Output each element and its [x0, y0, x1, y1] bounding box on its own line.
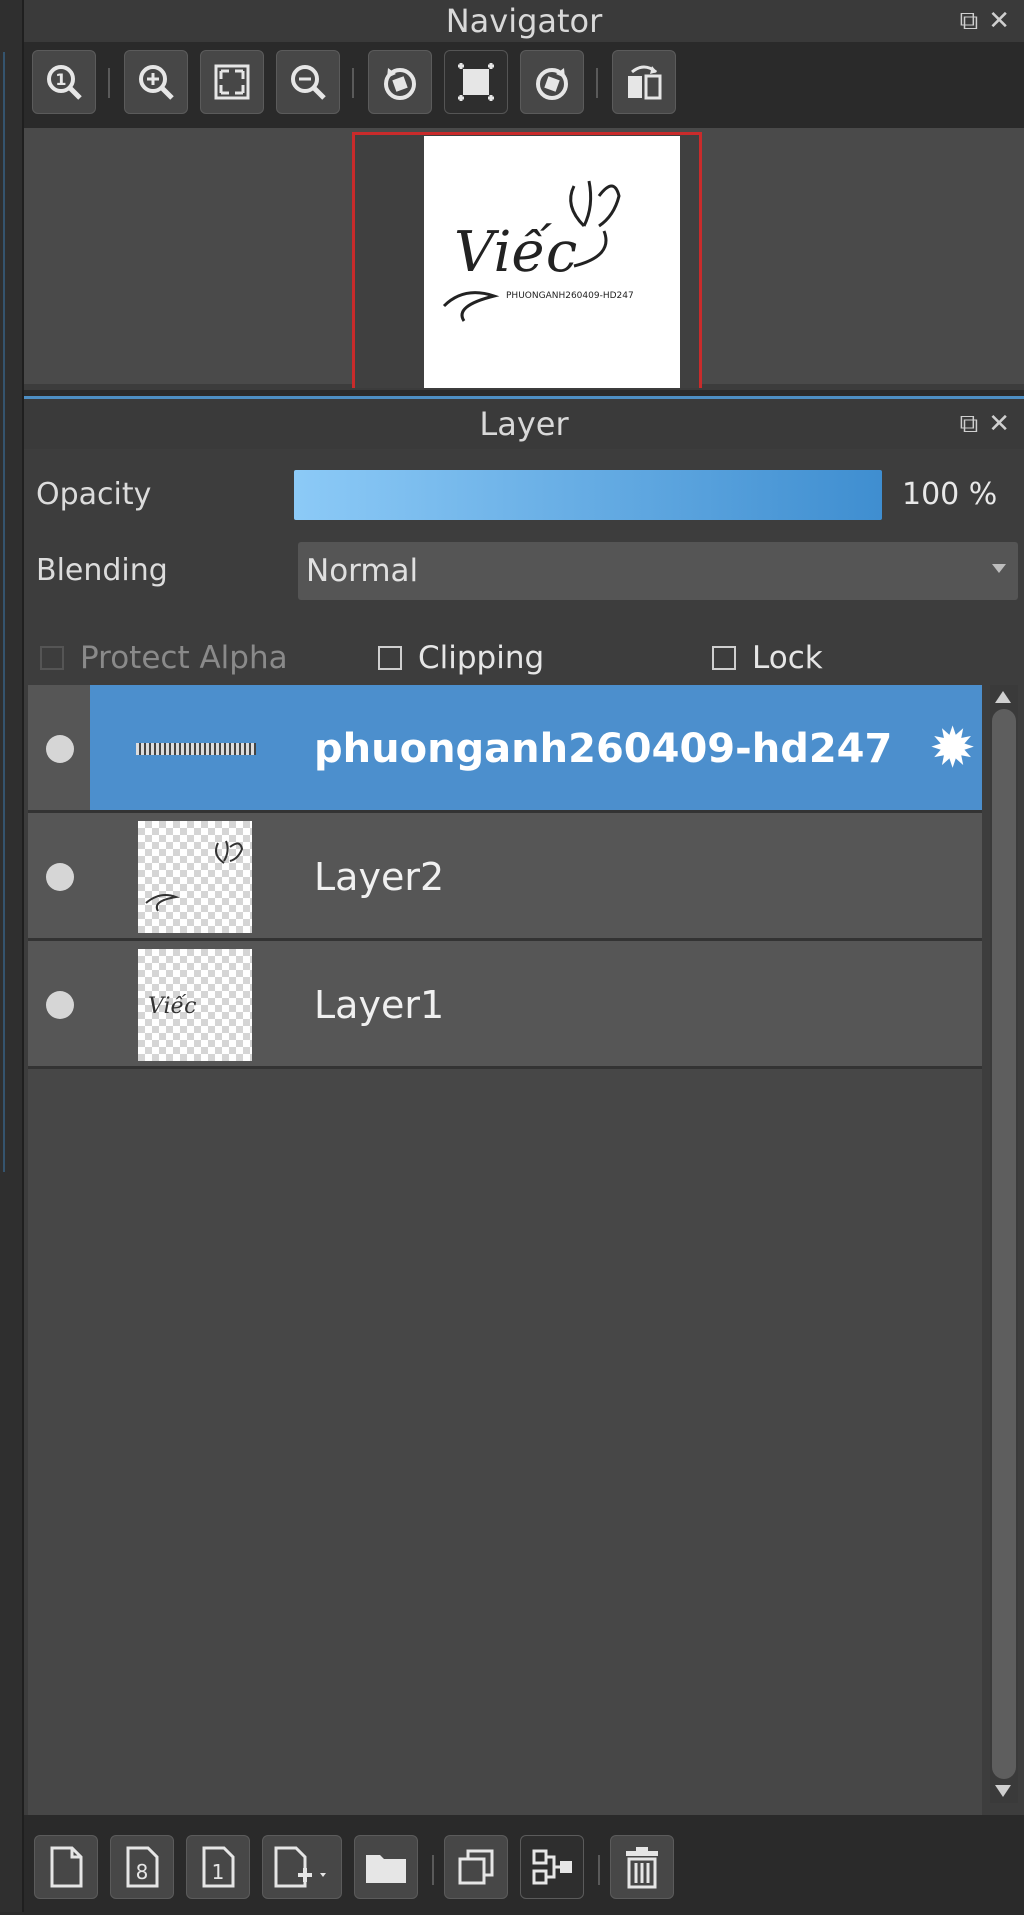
- svg-text:1: 1: [55, 70, 66, 89]
- layer-row[interactable]: Layer2: [28, 813, 982, 941]
- layer-name: phuonganh260409-hd247: [314, 726, 893, 772]
- blending-select[interactable]: Normal: [298, 542, 1018, 600]
- zoom-out-icon[interactable]: [276, 50, 340, 114]
- lock-label: Lock: [752, 640, 823, 676]
- close-icon[interactable]: ✕: [988, 409, 1020, 439]
- clipping-label: Clipping: [418, 640, 545, 676]
- rotate-right-icon[interactable]: [520, 50, 584, 114]
- layer-thumbnail: [138, 821, 252, 933]
- visibility-icon[interactable]: [46, 863, 74, 891]
- clipping-checkbox[interactable]: Clipping: [378, 633, 544, 683]
- new-8bit-layer-icon[interactable]: 8: [110, 1835, 174, 1899]
- visibility-icon[interactable]: [46, 991, 74, 1019]
- layer-row[interactable]: Viếc Layer1: [28, 941, 982, 1069]
- layer-scrollbar[interactable]: [990, 685, 1018, 1803]
- navigator-toolbar: 1: [24, 42, 1024, 128]
- popout-icon[interactable]: ⧉: [960, 409, 989, 439]
- layer-thumb-text: Viếc: [148, 993, 196, 1019]
- blending-label: Blending: [36, 553, 168, 588]
- add-layer-dropdown-icon[interactable]: [262, 1835, 342, 1899]
- new-1bit-layer-icon[interactable]: 1: [186, 1835, 250, 1899]
- new-folder-icon[interactable]: [354, 1835, 418, 1899]
- left-edge-guide: [3, 52, 10, 1172]
- layer-title: Layer: [479, 405, 569, 443]
- layer-row[interactable]: phuonganh260409-hd247 ✹: [28, 685, 982, 813]
- toolbar-separator: [108, 68, 110, 98]
- gear-icon[interactable]: ✹: [929, 721, 976, 777]
- checkbox-box: [712, 646, 736, 670]
- preview-sub-text: PHUONGANH260409-HD247: [506, 291, 634, 301]
- preview-main-text: Viếc: [454, 220, 577, 285]
- flip-horizontal-icon[interactable]: [612, 50, 676, 114]
- layer-thumbnail: [136, 743, 256, 755]
- layer-panel: Layer ⧉✕ Opacity 100 % Blending Normal P…: [24, 396, 1024, 1915]
- visibility-cell[interactable]: [28, 941, 90, 1066]
- navigator-header: Navigator ⧉✕: [24, 0, 1024, 42]
- checkbox-box: [40, 646, 64, 670]
- navigator-panel: Navigator ⧉✕ 1 Viếc PHUONGANH260409-HD24…: [24, 0, 1024, 390]
- scroll-down-icon[interactable]: [995, 1785, 1011, 1797]
- duplicate-layer-icon[interactable]: [444, 1835, 508, 1899]
- canvas-thumbnail: Viếc PHUONGANH260409-HD247: [424, 136, 680, 388]
- navigator-preview[interactable]: Viếc PHUONGANH260409-HD247: [24, 128, 1024, 388]
- layer-name: Layer1: [314, 983, 445, 1027]
- svg-text:1: 1: [212, 1860, 225, 1884]
- toolbar-separator: [432, 1855, 434, 1885]
- checkbox-box: [378, 646, 402, 670]
- visibility-cell[interactable]: [28, 685, 90, 810]
- delete-layer-icon[interactable]: [610, 1835, 674, 1899]
- left-edge-strip: [0, 0, 24, 1912]
- visibility-icon[interactable]: [46, 735, 74, 763]
- visibility-cell[interactable]: [28, 813, 90, 938]
- close-icon[interactable]: ✕: [988, 6, 1020, 36]
- layer-name: Layer2: [314, 855, 445, 899]
- protect-alpha-label: Protect Alpha: [80, 640, 288, 676]
- opacity-value: 100 %: [902, 477, 998, 512]
- opacity-slider[interactable]: [294, 470, 882, 520]
- scroll-up-icon[interactable]: [995, 691, 1011, 703]
- blending-value: Normal: [306, 553, 419, 589]
- lock-checkbox[interactable]: Lock: [712, 633, 823, 683]
- rotate-left-icon[interactable]: [368, 50, 432, 114]
- toolbar-separator: [598, 1855, 600, 1885]
- toolbar-separator: [596, 68, 598, 98]
- scroll-thumb[interactable]: [992, 709, 1016, 1779]
- reset-rotation-icon[interactable]: [444, 50, 508, 114]
- new-layer-icon[interactable]: [34, 1835, 98, 1899]
- merge-layer-icon[interactable]: [520, 1835, 584, 1899]
- popout-icon[interactable]: ⧉: [960, 6, 989, 36]
- toolbar-separator: [352, 68, 354, 98]
- opacity-label: Opacity: [36, 477, 152, 512]
- layer-list: phuonganh260409-hd247 ✹ Layer2 Viếc Laye…: [28, 685, 982, 1815]
- protect-alpha-checkbox[interactable]: Protect Alpha: [40, 633, 288, 683]
- fit-to-window-icon[interactable]: [200, 50, 264, 114]
- chevron-down-icon: [992, 564, 1006, 573]
- svg-text:8: 8: [136, 1860, 149, 1884]
- layer-thumbnail: Viếc: [138, 949, 252, 1061]
- navigator-title: Navigator: [445, 2, 603, 40]
- zoom-in-icon[interactable]: [124, 50, 188, 114]
- zoom-actual-size-icon[interactable]: 1: [32, 50, 96, 114]
- layer-header: Layer ⧉✕: [24, 399, 1024, 449]
- layer-toolbar: 8 1: [24, 1815, 1024, 1915]
